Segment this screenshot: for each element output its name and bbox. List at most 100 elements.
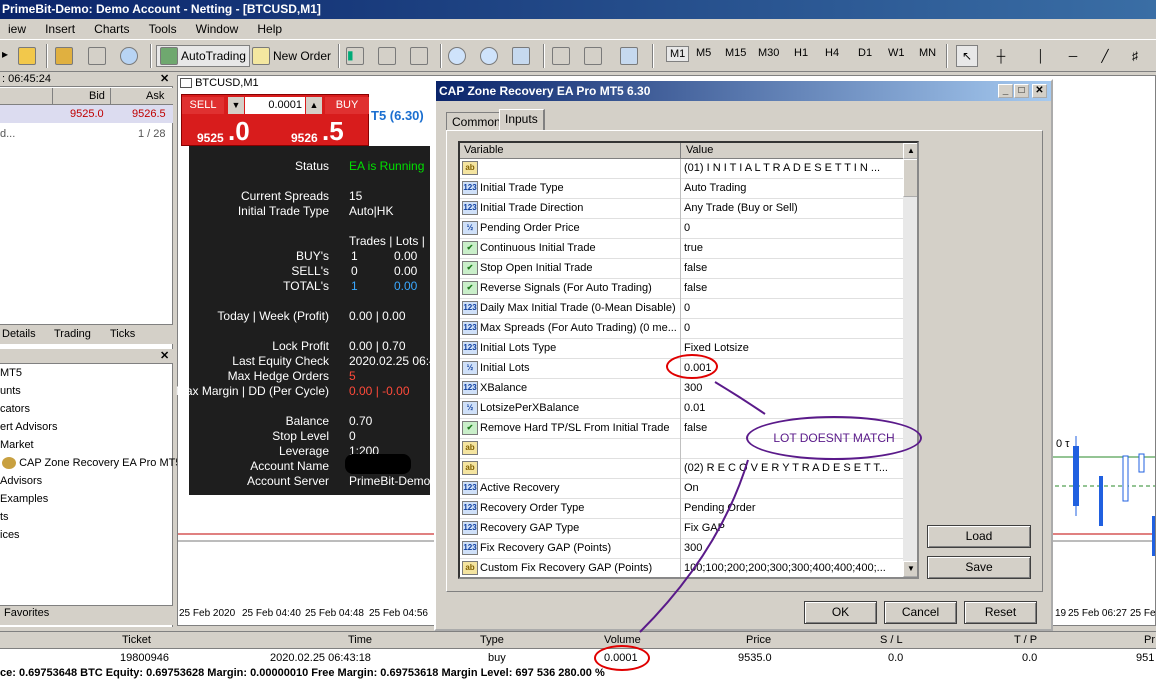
chart-tab[interactable]: BTCUSD,M1 (180, 77, 315, 93)
timeframe-mn[interactable]: MN (919, 47, 936, 59)
menu-insert[interactable]: Insert (37, 19, 83, 39)
input-row[interactable]: ½ Pending Order Price 0 (460, 219, 903, 239)
chart-shift-icon[interactable] (584, 45, 605, 67)
input-value[interactable]: 0 (684, 302, 900, 314)
templates-icon[interactable] (620, 45, 641, 67)
tile-windows-icon[interactable] (512, 45, 533, 67)
zoom-in-icon[interactable] (448, 45, 469, 67)
grid-scrollbar[interactable]: ▲ ▼ (903, 143, 917, 577)
column-ticket[interactable]: Ticket (122, 634, 151, 646)
dialog-title-bar[interactable]: CAP Zone Recovery EA Pro MT5 6.30 _ □ ✕ (436, 81, 1051, 101)
nav-item-indicators[interactable]: cators (0, 403, 30, 415)
close-icon[interactable]: ✕ (1032, 84, 1047, 98)
input-row[interactable]: 123 Initial Trade Type Auto Trading (460, 179, 903, 199)
autoscroll-icon[interactable] (552, 45, 573, 67)
menu-window[interactable]: Window (188, 19, 247, 39)
money-icon[interactable] (18, 45, 39, 67)
candlestick-icon[interactable] (378, 45, 399, 67)
input-value[interactable]: Any Trade (Buy or Sell) (684, 202, 900, 214)
cancel-button[interactable]: Cancel (884, 601, 957, 624)
maximize-icon[interactable]: □ (1014, 84, 1029, 98)
input-row[interactable]: 123 Max Spreads (For Auto Trading) (0 me.… (460, 319, 903, 339)
input-row[interactable]: 123 Initial Trade Direction Any Trade (Buy… (460, 199, 903, 219)
close-icon[interactable]: ✕ (160, 72, 169, 85)
column-ask[interactable]: Ask (146, 90, 164, 102)
menu-tools[interactable]: Tools (141, 19, 185, 39)
market-watch-row[interactable]: 9525.0 9526.5 (0, 105, 173, 123)
input-value[interactable]: Fixed Lotsize (684, 342, 900, 354)
autotrading-button[interactable]: AutoTrading (156, 45, 250, 67)
input-value[interactable]: Auto Trading (684, 182, 900, 194)
column-time[interactable]: Time (348, 634, 372, 646)
nav-item-services[interactable]: ices (0, 529, 20, 541)
menu-help[interactable]: Help (249, 19, 290, 39)
column-variable[interactable]: Variable (464, 144, 504, 156)
timeframe-w1[interactable]: W1 (888, 47, 905, 59)
signal-icon[interactable] (120, 45, 141, 67)
menu-view[interactable]: iew (0, 19, 34, 39)
lot-input[interactable]: 0.0001 (245, 97, 305, 114)
bar-chart-icon[interactable]: ▮ (346, 45, 367, 67)
input-value[interactable]: 0 (684, 322, 900, 334)
scroll-down-icon[interactable]: ▼ (903, 561, 917, 577)
reset-button[interactable]: Reset (964, 601, 1037, 624)
input-value[interactable]: false (684, 262, 900, 274)
input-row[interactable]: ✔ Continuous Initial Trade true (460, 239, 903, 259)
nav-item-mt5[interactable]: MT5 (0, 367, 22, 379)
timeframe-m15[interactable]: M15 (725, 47, 746, 59)
nav-item-ea[interactable]: CAP Zone Recovery EA Pro MT5 (2, 457, 181, 470)
coin-icon[interactable] (55, 45, 76, 67)
vertical-line-icon[interactable]: │ (1030, 45, 1052, 67)
load-button[interactable]: Load (927, 525, 1031, 548)
tab-details[interactable]: Details (2, 328, 36, 340)
headset-icon[interactable] (88, 45, 109, 67)
new-order-button[interactable]: New Order (252, 45, 331, 67)
column-tp[interactable]: T / P (1014, 634, 1037, 646)
timeframe-m30[interactable]: M30 (758, 47, 779, 59)
fibonacci-icon[interactable]: ♯ (1124, 45, 1146, 67)
minimize-icon[interactable]: _ (998, 84, 1013, 98)
nav-item-examples[interactable]: Examples (0, 493, 48, 505)
scroll-up-icon[interactable]: ▲ (903, 143, 917, 159)
zoom-out-icon[interactable] (480, 45, 501, 67)
input-row[interactable]: 123 Daily Max Initial Trade (0-Mean Disab… (460, 299, 903, 319)
close-icon[interactable]: ✕ (160, 349, 169, 362)
sell-price[interactable]: 9525 .0 (182, 116, 274, 146)
timeframe-m5[interactable]: M5 (696, 47, 711, 59)
timeframe-h4[interactable]: H4 (825, 47, 839, 59)
crosshair-icon[interactable]: ┼ (990, 45, 1012, 67)
input-row[interactable]: ✔ Stop Open Initial Trade false (460, 259, 903, 279)
nav-item-scripts[interactable]: ts (0, 511, 9, 523)
lot-increase-button[interactable]: ▲ (306, 97, 322, 114)
input-row[interactable]: ✔ Reverse Signals (For Auto Trading) false (460, 279, 903, 299)
timeframe-m1[interactable]: M1 (666, 46, 690, 62)
nav-item-market[interactable]: Market (0, 439, 34, 451)
horizontal-line-icon[interactable]: ─ (1062, 45, 1084, 67)
input-value[interactable]: (01) I N I T I A L T R A D E S E T T I N… (684, 162, 900, 174)
tab-ticks[interactable]: Ticks (110, 328, 135, 340)
tab-inputs[interactable]: Inputs (499, 109, 545, 131)
column-bid[interactable]: Bid (89, 90, 105, 102)
menu-charts[interactable]: Charts (86, 19, 137, 39)
nav-item-advisors[interactable]: Advisors (0, 475, 42, 487)
input-value[interactable]: false (684, 282, 900, 294)
sell-button[interactable]: SELL (182, 97, 224, 114)
input-row[interactable]: ab (01) I N I T I A L T R A D E S E T T I… (460, 159, 903, 179)
ok-button[interactable]: OK (804, 601, 877, 624)
column-sl[interactable]: S / L (880, 634, 903, 646)
buy-price[interactable]: 9526 .5 (276, 116, 369, 146)
input-value[interactable]: 0 (684, 222, 900, 234)
tab-favorites[interactable]: Favorites (0, 605, 173, 625)
timeframe-d1[interactable]: D1 (858, 47, 872, 59)
column-type[interactable]: Type (480, 634, 504, 646)
nav-item-expert-advisors[interactable]: ert Advisors (0, 421, 57, 433)
timeframe-h1[interactable]: H1 (794, 47, 808, 59)
lot-decrease-button[interactable]: ▼ (228, 97, 244, 114)
input-value[interactable]: true (684, 242, 900, 254)
save-button[interactable]: Save (927, 556, 1031, 579)
arrow-icon[interactable]: ▸ (2, 45, 13, 67)
tab-common[interactable]: Common (446, 112, 507, 130)
market-watch-more[interactable]: d... (0, 128, 15, 140)
trendline-icon[interactable]: ╱ (1094, 45, 1116, 67)
cursor-icon[interactable]: ↖ (956, 45, 978, 67)
